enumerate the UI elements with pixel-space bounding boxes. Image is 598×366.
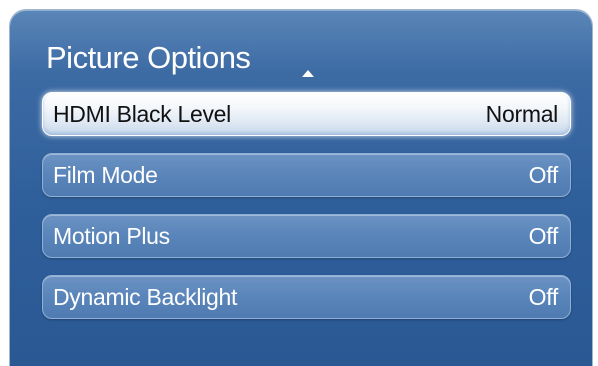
menu-item-value: Off [528,284,559,310]
options-menu: HDMI Black Level Normal Film Mode Off Mo… [42,92,571,336]
panel-header: Picture Options [46,38,251,78]
triangle-up-icon[interactable] [302,70,314,77]
menu-item-dynamic-backlight[interactable]: Dynamic Backlight Off [42,275,571,319]
menu-item-film-mode[interactable]: Film Mode Off [42,153,571,197]
picture-options-panel: Picture Options HDMI Black Level Normal … [10,10,592,366]
menu-item-label: Dynamic Backlight [53,284,238,310]
menu-item-label: Film Mode [53,162,158,188]
menu-item-label: HDMI Black Level [53,101,231,127]
menu-item-value: Off [528,162,559,188]
menu-item-value: Off [528,223,559,249]
menu-item-label: Motion Plus [53,223,170,249]
menu-item-value: Normal [485,101,559,127]
menu-item-hdmi-black-level[interactable]: HDMI Black Level Normal [42,92,571,136]
panel-title: Picture Options [46,40,251,75]
menu-item-motion-plus[interactable]: Motion Plus Off [42,214,571,258]
